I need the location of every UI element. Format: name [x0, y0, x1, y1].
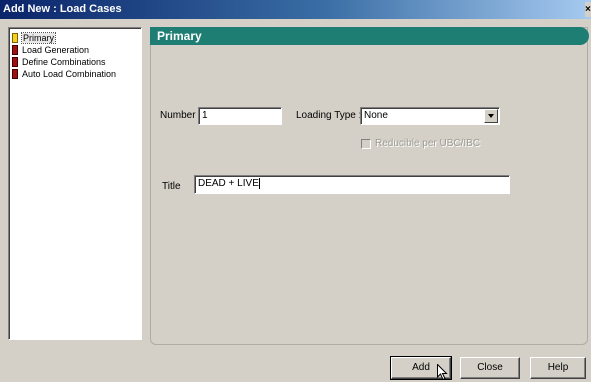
- title-label: Title: [162, 181, 181, 192]
- text-caret: [258, 177, 260, 189]
- tree-item-label: Define Combinations: [22, 57, 106, 67]
- close-button[interactable]: Close: [460, 357, 520, 379]
- book-red-icon: [12, 45, 18, 55]
- tree-item-label: Auto Load Combination: [22, 69, 117, 79]
- tree-item-label: Primary: [21, 32, 56, 44]
- chevron-down-icon[interactable]: [484, 109, 498, 123]
- tree-item-define-combinations[interactable]: Define Combinations: [12, 56, 106, 68]
- number-value: 1: [202, 110, 208, 121]
- close-window-icon[interactable]: ×: [585, 2, 591, 17]
- add-load-cases-dialog: Add New : Load Cases × Primary Load Gene…: [0, 0, 591, 382]
- tree-item-primary[interactable]: Primary: [12, 32, 56, 44]
- loading-type-label: Loading Type :: [296, 110, 362, 121]
- help-button[interactable]: Help: [530, 357, 586, 379]
- number-label: Number: [160, 110, 196, 121]
- title-field[interactable]: DEAD + LIVE: [194, 175, 510, 194]
- load-case-tree: Primary Load Generation Define Combinati…: [8, 27, 142, 340]
- number-field[interactable]: 1: [198, 107, 282, 125]
- window-title: Add New : Load Cases: [3, 3, 122, 15]
- book-red-icon: [12, 69, 18, 79]
- title-value: DEAD + LIVE: [198, 178, 259, 189]
- tree-item-label: Load Generation: [22, 45, 90, 55]
- book-yellow-icon: [12, 33, 18, 43]
- mouse-pointer-icon: [437, 364, 448, 381]
- title-bar: Add New : Load Cases ×: [0, 0, 591, 19]
- loading-type-value: None: [364, 110, 388, 121]
- tree-item-auto-load-combination[interactable]: Auto Load Combination: [12, 68, 116, 80]
- reducible-label: Reducible per UBC/IBC: [375, 138, 481, 149]
- reducible-checkbox[interactable]: [361, 139, 371, 149]
- book-red-icon: [12, 57, 18, 67]
- tree-item-load-generation[interactable]: Load Generation: [12, 44, 89, 56]
- panel-header: Primary: [150, 27, 589, 45]
- loading-type-select[interactable]: None: [360, 107, 500, 125]
